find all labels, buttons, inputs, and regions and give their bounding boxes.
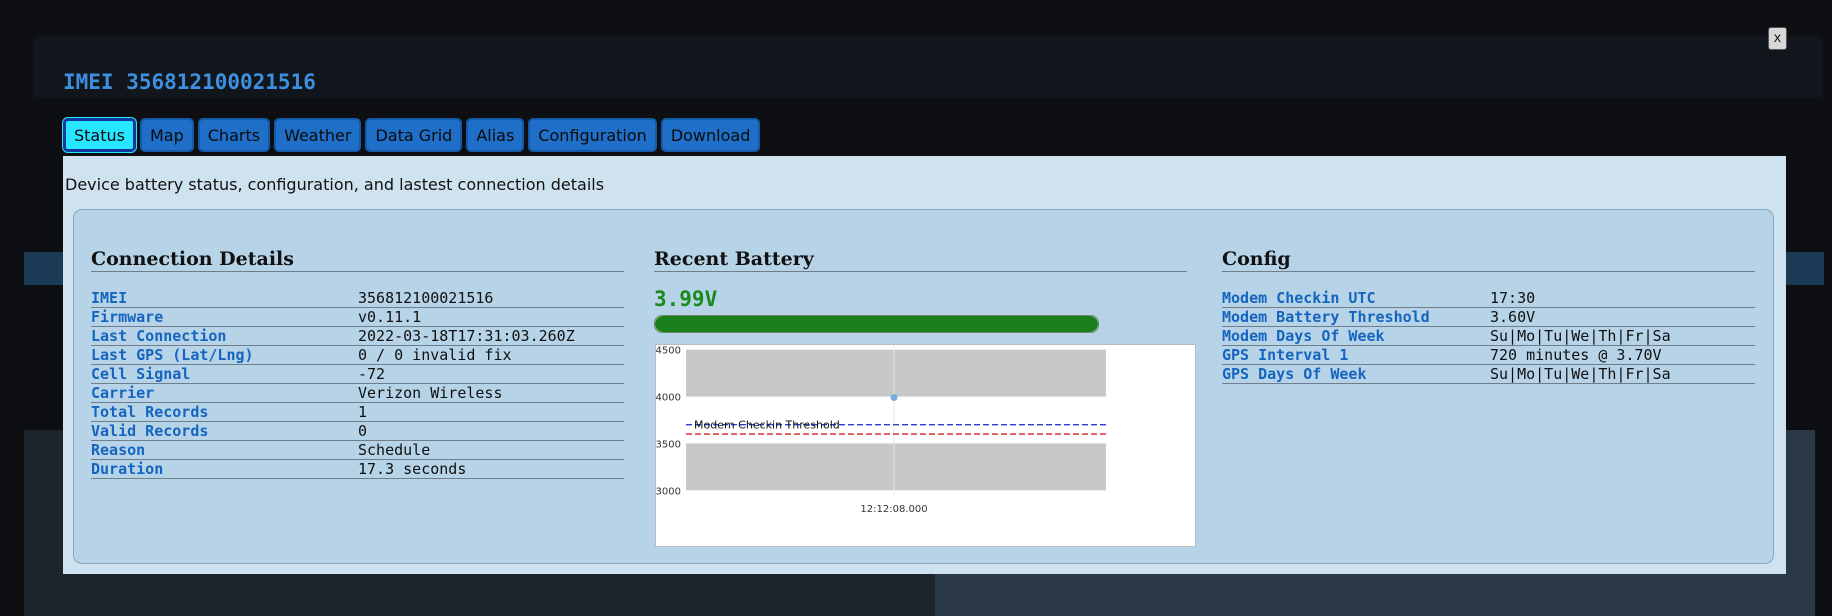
- kv-value: 3.60V: [1490, 308, 1536, 326]
- kv-key: Reason: [91, 441, 146, 459]
- modal-title: IMEI 356812100021516: [63, 70, 316, 94]
- kv-key: Valid Records: [91, 422, 209, 440]
- kv-value: v0.11.1: [358, 308, 422, 326]
- kv-value: 356812100021516: [358, 289, 494, 307]
- kv-row: Firmware v0.11.1: [91, 308, 624, 327]
- connection-details-list: IMEI 356812100021516 Firmware v0.11.1 Last…: [91, 289, 624, 479]
- kv-value: 0 / 0 invalid fix: [358, 346, 512, 364]
- kv-row: Valid Records 0: [91, 422, 624, 441]
- y-tick-label: 3500: [656, 439, 681, 450]
- kv-value: Su|Mo|Tu|We|Th|Fr|Sa: [1490, 327, 1671, 345]
- kv-value: 17:30: [1490, 289, 1536, 307]
- tab-configuration[interactable]: Configuration: [528, 118, 657, 152]
- x-tick-label: 12:12:08.000: [860, 504, 927, 515]
- tab-data-grid[interactable]: Data Grid: [365, 118, 463, 152]
- kv-row: Total Records 1: [91, 403, 624, 422]
- kv-value: 0: [358, 422, 368, 440]
- kv-key: GPS Days Of Week: [1222, 365, 1367, 383]
- kv-row: Last GPS (Lat/Lng) 0 / 0 invalid fix: [91, 346, 624, 365]
- kv-value: 2022-03-18T17:31:03.260Z: [358, 327, 575, 345]
- battery-chart-svg: 3000 3500 4000 4500 Modem Checkin Threshold 1…: [656, 345, 1106, 515]
- config-list: Modem Checkin UTC 17:30 Modem Battery Thr…: [1222, 289, 1755, 384]
- recent-battery-section: Recent Battery 3.99V: [654, 248, 1187, 333]
- kv-key: Modem Battery Threshold: [1222, 308, 1430, 326]
- tab-map[interactable]: Map: [139, 118, 194, 152]
- kv-key: Last GPS (Lat/Lng): [91, 346, 254, 364]
- kv-value: 720 minutes @ 3.70V: [1490, 346, 1662, 364]
- kv-key: Last Connection: [91, 327, 227, 345]
- kv-value: 17.3 seconds: [358, 460, 467, 478]
- kv-value: -72: [358, 365, 386, 383]
- kv-key: GPS Interval 1: [1222, 346, 1349, 364]
- threshold-label: Modem Checkin Threshold: [694, 419, 840, 432]
- tab-download[interactable]: Download: [660, 118, 761, 152]
- panel-description: Device battery status, configuration, an…: [65, 175, 605, 194]
- tab-status[interactable]: Status: [62, 117, 137, 153]
- status-panel: Device battery status, configuration, an…: [63, 156, 1786, 574]
- kv-key: Duration: [91, 460, 164, 478]
- kv-value: Schedule: [358, 441, 431, 459]
- kv-row: Carrier Verizon Wireless: [91, 384, 624, 403]
- battery-chart[interactable]: 3000 3500 4000 4500 Modem Checkin Threshold 1…: [655, 344, 1196, 547]
- close-button[interactable]: x: [1768, 27, 1787, 50]
- kv-value: 1: [358, 403, 368, 421]
- tab-charts[interactable]: Charts: [197, 118, 271, 152]
- status-card: Connection Details IMEI 356812100021516 F…: [73, 209, 1774, 564]
- kv-row: Duration 17.3 seconds: [91, 460, 624, 479]
- kv-value: Su|Mo|Tu|We|Th|Fr|Sa: [1490, 365, 1671, 383]
- kv-row: Reason Schedule: [91, 441, 624, 460]
- kv-key: Modem Days Of Week: [1222, 327, 1385, 345]
- kv-key: IMEI: [91, 289, 128, 307]
- chart-band: [686, 443, 1106, 491]
- battery-level-fill: [655, 316, 1098, 332]
- config-title: Config: [1222, 248, 1755, 272]
- kv-row: Modem Days Of Week Su|Mo|Tu|We|Th|Fr|Sa: [1222, 327, 1755, 346]
- kv-key: Cell Signal: [91, 365, 191, 383]
- tab-alias[interactable]: Alias: [466, 118, 525, 152]
- data-point: [890, 394, 898, 401]
- chart-band: [686, 349, 1106, 397]
- connection-details-title: Connection Details: [91, 248, 624, 272]
- kv-row: GPS Days Of Week Su|Mo|Tu|We|Th|Fr|Sa: [1222, 365, 1755, 384]
- kv-row: Cell Signal -72: [91, 365, 624, 384]
- y-tick-label: 4000: [656, 393, 681, 404]
- kv-key: Modem Checkin UTC: [1222, 289, 1376, 307]
- kv-key: Carrier: [91, 384, 155, 402]
- tab-weather[interactable]: Weather: [274, 118, 362, 152]
- kv-value: Verizon Wireless: [358, 384, 503, 402]
- y-tick-label: 4500: [656, 346, 681, 357]
- config-section: Config Modem Checkin UTC 17:30 Modem Batt…: [1222, 248, 1755, 384]
- recent-battery-title: Recent Battery: [654, 248, 1187, 272]
- kv-row: IMEI 356812100021516: [91, 289, 624, 308]
- kv-row: GPS Interval 1 720 minutes @ 3.70V: [1222, 346, 1755, 365]
- kv-row: Modem Checkin UTC 17:30: [1222, 289, 1755, 308]
- y-tick-label: 3000: [656, 486, 681, 497]
- kv-row: Modem Battery Threshold 3.60V: [1222, 308, 1755, 327]
- battery-voltage: 3.99V: [654, 287, 718, 311]
- kv-row: Last Connection 2022-03-18T17:31:03.260Z: [91, 327, 624, 346]
- kv-key: Total Records: [91, 403, 209, 421]
- tab-bar: Status Map Charts Weather Data Grid Alia…: [62, 117, 761, 153]
- battery-level-bar: [654, 315, 1099, 333]
- connection-details-section: Connection Details IMEI 356812100021516 F…: [91, 248, 624, 479]
- kv-key: Firmware: [91, 308, 164, 326]
